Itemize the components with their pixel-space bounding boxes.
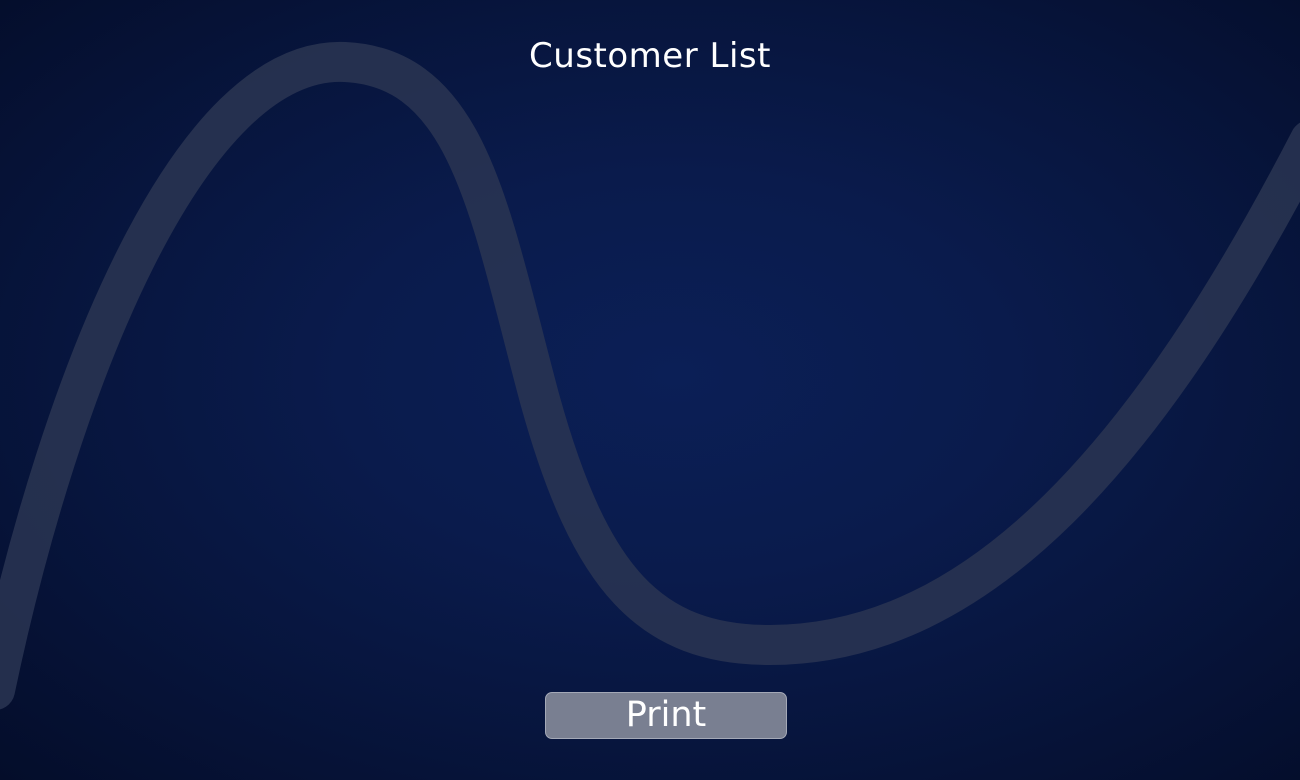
print-button[interactable]: Print: [545, 692, 787, 739]
decorative-swoosh: [0, 41, 1300, 710]
page-title: Customer List: [529, 36, 771, 76]
